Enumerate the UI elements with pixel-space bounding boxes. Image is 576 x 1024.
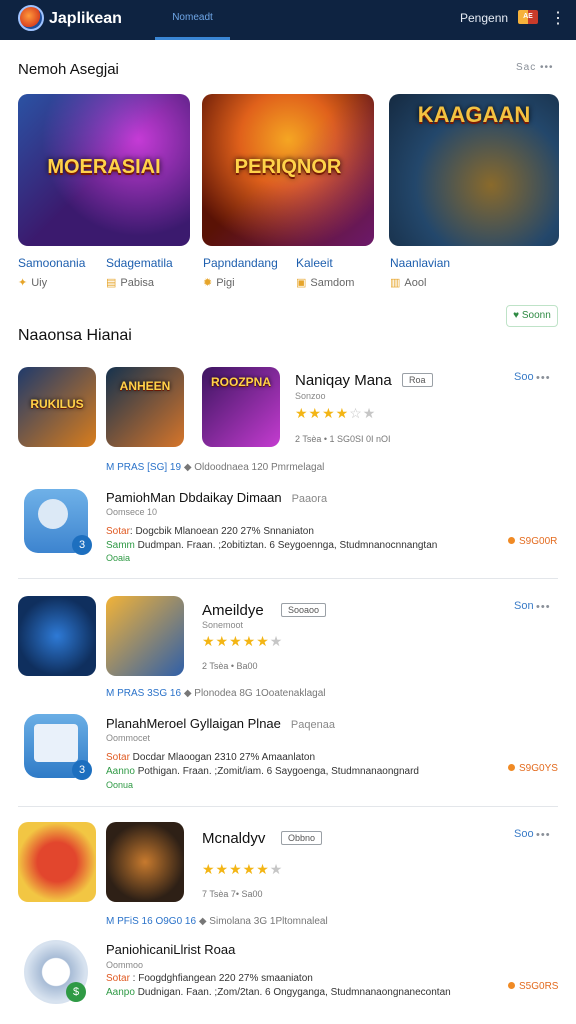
featured-name[interactable]: Papndandang: [203, 256, 278, 270]
featured-sub: ✹ Pigi: [203, 277, 235, 289]
app-subtitle: Oommocet: [106, 733, 151, 743]
app-title[interactable]: PlanahMeroel Gyllaigan Plnae Paqenaa: [106, 716, 335, 731]
game-thumbnail[interactable]: [18, 822, 96, 902]
app-detail-line: Samm Dudmpan. Fraan. ;2obitiztan. 6 Seyg…: [106, 540, 438, 551]
game-thumbnail[interactable]: [18, 596, 96, 676]
game-meta: 7 Tsèa 7• Sa00: [202, 889, 263, 899]
divider: [18, 806, 558, 807]
game-tag: Roa: [402, 373, 433, 387]
game-title[interactable]: Naniqay Mana: [295, 372, 392, 389]
section-title-featured: Nemoh Asegjai: [18, 61, 119, 78]
badge-icon: ✹: [203, 277, 213, 289]
featured-name[interactable]: Kaleeit: [296, 256, 333, 270]
game-meta: 2 Tsèa • Ba00: [202, 661, 258, 671]
featured-name[interactable]: Naanlavian: [390, 256, 450, 270]
box-icon: ▥: [390, 277, 401, 289]
game-thumbnail[interactable]: ROOZPNA: [202, 367, 280, 447]
section-more-link[interactable]: Sac •••: [516, 62, 554, 73]
star-rating: ★★★★★★: [202, 633, 284, 649]
divider: [18, 578, 558, 579]
app-icon[interactable]: $: [24, 940, 88, 1004]
row-more-icon[interactable]: •••: [536, 372, 551, 384]
featured-card[interactable]: MOERASIAI: [18, 94, 190, 246]
tab-active[interactable]: Nomeadt: [155, 0, 230, 40]
app-detail-line: Sotar : Foogdghfiangean 220 27% smaaniat…: [106, 973, 313, 984]
game-info-line[interactable]: M PFiS 16 O9G0 16 ◆ Simolana 3G 1Pltomna…: [106, 916, 328, 927]
app-subtitle: Oommoo: [106, 960, 144, 970]
row-price[interactable]: Son: [514, 600, 534, 612]
section-title-list: Naaonsa Hianai: [18, 327, 132, 344]
badge-count: 3: [72, 760, 92, 780]
heart-icon: ♥: [513, 310, 520, 321]
app-logo-icon[interactable]: [18, 5, 44, 31]
row-price[interactable]: Soo: [514, 828, 534, 840]
app-title[interactable]: PamiohMan Dbdaikay Dimaan Paaora: [106, 490, 327, 505]
app-price[interactable]: S9G0YS: [508, 763, 558, 774]
star-rating: ★★★★★★: [202, 861, 284, 877]
gamepad-icon: ▣: [296, 277, 307, 289]
game-thumbnail[interactable]: [106, 596, 184, 676]
filter-button[interactable]: ♥ Soonn: [506, 305, 558, 327]
more-vertical-icon[interactable]: ⋮: [550, 10, 566, 28]
game-info-line[interactable]: M PRAS [SG] 19 ◆ Oldoodnaea 120 Pmrmelag…: [106, 462, 324, 473]
featured-sub: ▤ Pabisa: [106, 277, 155, 289]
badge-count: 3: [72, 535, 92, 555]
app-detail-line: Sotar: Dogcbik Mlanoean 220 27% Snnaniat…: [106, 526, 314, 537]
featured-sub: ▣ Samdom: [296, 277, 355, 289]
game-info-line[interactable]: M PRAS 3SG 16 ◆ Plonodea 8G 1Ooatenaklag…: [106, 688, 326, 699]
app-price[interactable]: S5G0RS: [508, 981, 558, 992]
game-thumbnail[interactable]: ANHEEN: [106, 367, 184, 447]
game-title[interactable]: Mcnaldyv: [202, 830, 265, 847]
featured-card[interactable]: KAAGAAN: [389, 94, 559, 246]
game-title[interactable]: Ameildye: [202, 602, 264, 619]
featured-name[interactable]: Sdagematila: [106, 256, 173, 270]
featured-image[interactable]: PERIQNOR: [202, 94, 374, 246]
app-icon[interactable]: 3: [24, 714, 92, 780]
app-subtitle: Oomsece 10: [106, 507, 158, 517]
featured-name[interactable]: Samoonania: [18, 256, 85, 270]
row-price[interactable]: Soo: [514, 371, 534, 383]
featured-banner: PERIQNOR: [234, 156, 342, 178]
app-price[interactable]: S9G00R: [508, 536, 557, 547]
row-more-icon[interactable]: •••: [536, 829, 551, 841]
grid-icon: ▤: [106, 277, 117, 289]
app-detail-line: Aanno Pothigan. Fraan. ;Zomit/iam. 6 Say…: [106, 766, 419, 777]
featured-banner: MOERASIAI: [47, 156, 161, 178]
featured-image[interactable]: KAAGAAN: [389, 94, 559, 246]
featured-card[interactable]: PERIQNOR: [202, 94, 374, 246]
app-title: Japlikean: [49, 10, 122, 27]
game-meta: 2 Tsèa • 1 SG0SI 0I nOI: [295, 434, 391, 444]
user-name[interactable]: Pengenn: [460, 11, 508, 25]
featured-sub: ▥ Aool: [390, 277, 427, 289]
star-icon: ✦: [18, 277, 28, 289]
game-subtitle: Sonemoot: [202, 620, 244, 630]
featured-banner: KAAGAAN: [417, 102, 531, 127]
app-title[interactable]: PaniohicaniLlrist Roaa: [106, 942, 235, 957]
app-detail-note: Ooaia: [106, 553, 131, 563]
app-icon[interactable]: 3: [24, 489, 92, 555]
app-detail-line: Aanpo Dudnigan. Faan. ;Zom/2tan. 6 Ongyg…: [106, 987, 451, 998]
game-tag: Sooaoo: [281, 603, 327, 617]
app-detail-note: Oonua: [106, 780, 134, 790]
badge-icon: $: [66, 982, 86, 1002]
game-subtitle: Sonzoo: [295, 391, 326, 401]
top-app-bar: Japlikean Nomeadt Pengenn AE ⋮: [0, 0, 576, 40]
featured-sub: ✦ Uiy: [18, 277, 48, 289]
row-more-icon[interactable]: •••: [536, 601, 551, 613]
app-detail-line: Sotar Docdar Mlaoogan 2310 27% Amaanlato…: [106, 752, 316, 763]
featured-image[interactable]: MOERASIAI: [18, 94, 190, 246]
star-rating: ★★★★☆★: [295, 405, 377, 421]
game-thumbnail[interactable]: [106, 822, 184, 902]
game-tag: Obbno: [281, 831, 323, 845]
game-thumbnail[interactable]: RUKILUS: [18, 367, 96, 447]
flag-icon[interactable]: AE: [518, 10, 538, 24]
